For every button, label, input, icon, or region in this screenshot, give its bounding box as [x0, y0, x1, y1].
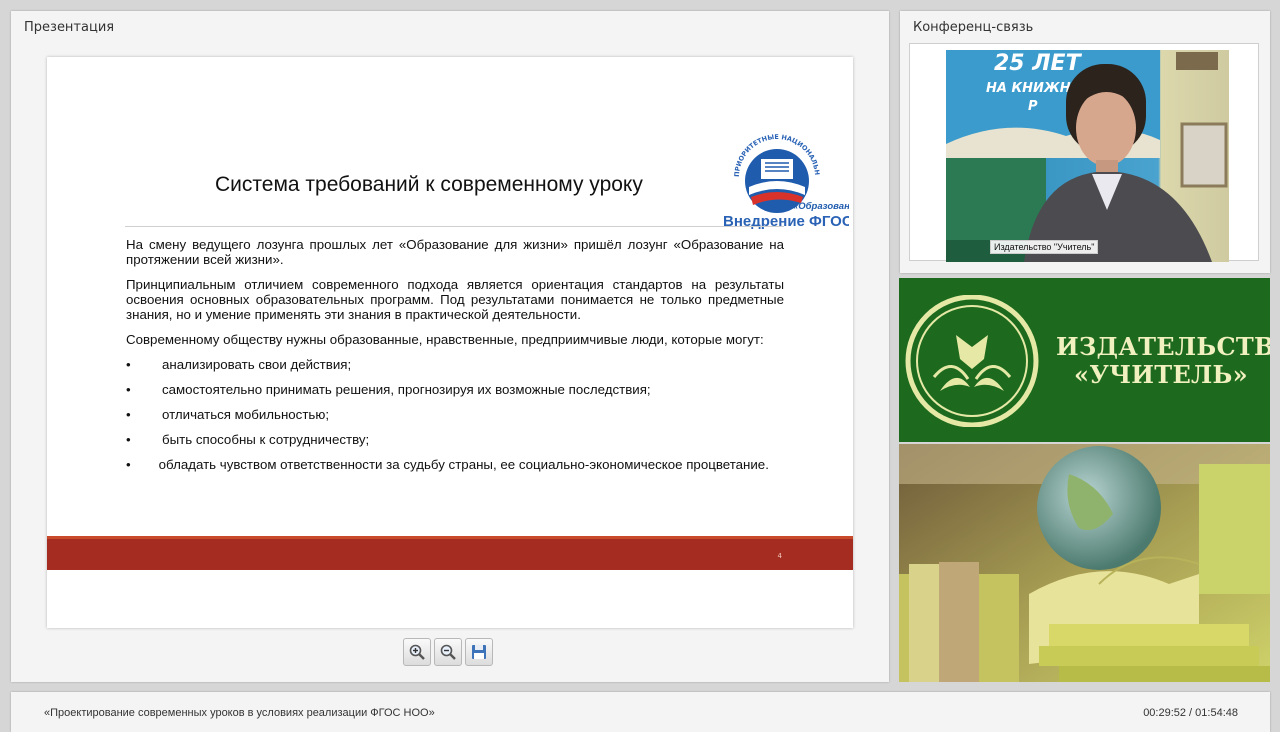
bullet-marker: •: [126, 457, 131, 472]
books-globe-image: [899, 444, 1270, 682]
list-item-text: быть способны к сотрудничеству;: [162, 432, 370, 447]
slide-paragraph: Принципиальным отличием современного под…: [126, 277, 784, 322]
list-item: • анализировать свои действия;: [126, 357, 784, 372]
playback-time: 00:29:52 / 01:54:48: [1143, 707, 1238, 719]
zoom-in-button[interactable]: [403, 638, 431, 666]
slide-footer-bar: 4: [47, 536, 853, 570]
bullet-marker: •: [126, 407, 131, 422]
fgos-logo: ПРИОРИТЕТНЫЕ НАЦИОНАЛЬНЫЕ ПРОЕКТЫ «Образ…: [719, 125, 849, 229]
list-item-text: анализировать свои действия;: [162, 357, 352, 372]
list-item: • быть способны к сотрудничеству;: [126, 432, 784, 447]
webcam-feed: 25 ЛЕТ НА КНИЖНОМ Р: [946, 50, 1229, 262]
slide-page-number: 4: [777, 552, 782, 560]
camera-label: Издательство "Учитель": [990, 240, 1099, 254]
books-globe-illustration: [899, 444, 1270, 682]
zoom-out-icon: [440, 644, 456, 660]
list-item-text: отличаться мобильностью;: [162, 407, 330, 422]
publisher-name: ИЗДАТЕЛЬСТВО «УЧИТЕЛЬ»: [1056, 332, 1270, 389]
banner-text-top: 25 ЛЕТ: [994, 51, 1083, 76]
bottom-bar: «Проектирование современных уроков в усл…: [11, 692, 1270, 732]
list-item: • отличаться мобильностью;: [126, 407, 784, 422]
slide-toolbar: [403, 638, 493, 666]
title-divider: [125, 226, 784, 227]
slide-title: Система требований к современному уроку: [215, 173, 643, 196]
publisher-emblem: [905, 295, 1039, 427]
slide-paragraph: На смену ведущего лозунга прошлых лет «О…: [126, 237, 784, 267]
list-item: • самостоятельно принимать решения, прогн…: [126, 382, 784, 397]
list-item-text: обладать чувством ответственности за суд…: [158, 457, 769, 472]
slide-body: На смену ведущего лозунга прошлых лет «О…: [126, 237, 784, 482]
save-icon: [472, 645, 486, 659]
presentation-panel: Презентация ПРИОРИТЕТНЫЕ НАЦИОНАЛЬНЫЕ ПР…: [11, 11, 889, 682]
list-item-text: самостоятельно принимать решения, прогно…: [162, 382, 651, 397]
logo-badge: «Образование»: [793, 201, 849, 212]
publisher-banner: ИЗДАТЕЛЬСТВО «УЧИТЕЛЬ»: [899, 278, 1270, 442]
publisher-name-line2: «УЧИТЕЛЬ»: [1074, 360, 1248, 389]
publisher-name-line1: ИЗДАТЕЛЬСТВО: [1056, 332, 1270, 361]
banner-text-end: Р: [1028, 99, 1038, 114]
course-title: «Проектирование современных уроков в усл…: [44, 707, 435, 719]
list-item: • обладать чувством ответственности за су…: [126, 457, 784, 472]
video-frame: 25 ЛЕТ НА КНИЖНОМ Р Издательство "Учител…: [909, 43, 1259, 262]
zoom-in-icon: [409, 644, 425, 660]
conference-panel-title: Конференц-связь: [913, 20, 1034, 35]
conference-panel: Конференц-связь 25 ЛЕТ НА КНИЖНОМ Р Изда…: [900, 11, 1270, 273]
slide-paragraph: Современному обществу нужны образованные…: [126, 332, 764, 347]
bullet-marker: •: [126, 382, 131, 397]
slide: ПРИОРИТЕТНЫЕ НАЦИОНАЛЬНЫЕ ПРОЕКТЫ «Образ…: [47, 57, 853, 628]
bullet-marker: •: [126, 357, 131, 372]
presentation-panel-title: Презентация: [24, 20, 115, 35]
zoom-out-button[interactable]: [434, 638, 462, 666]
save-button[interactable]: [465, 638, 493, 666]
bullet-marker: •: [126, 432, 131, 447]
